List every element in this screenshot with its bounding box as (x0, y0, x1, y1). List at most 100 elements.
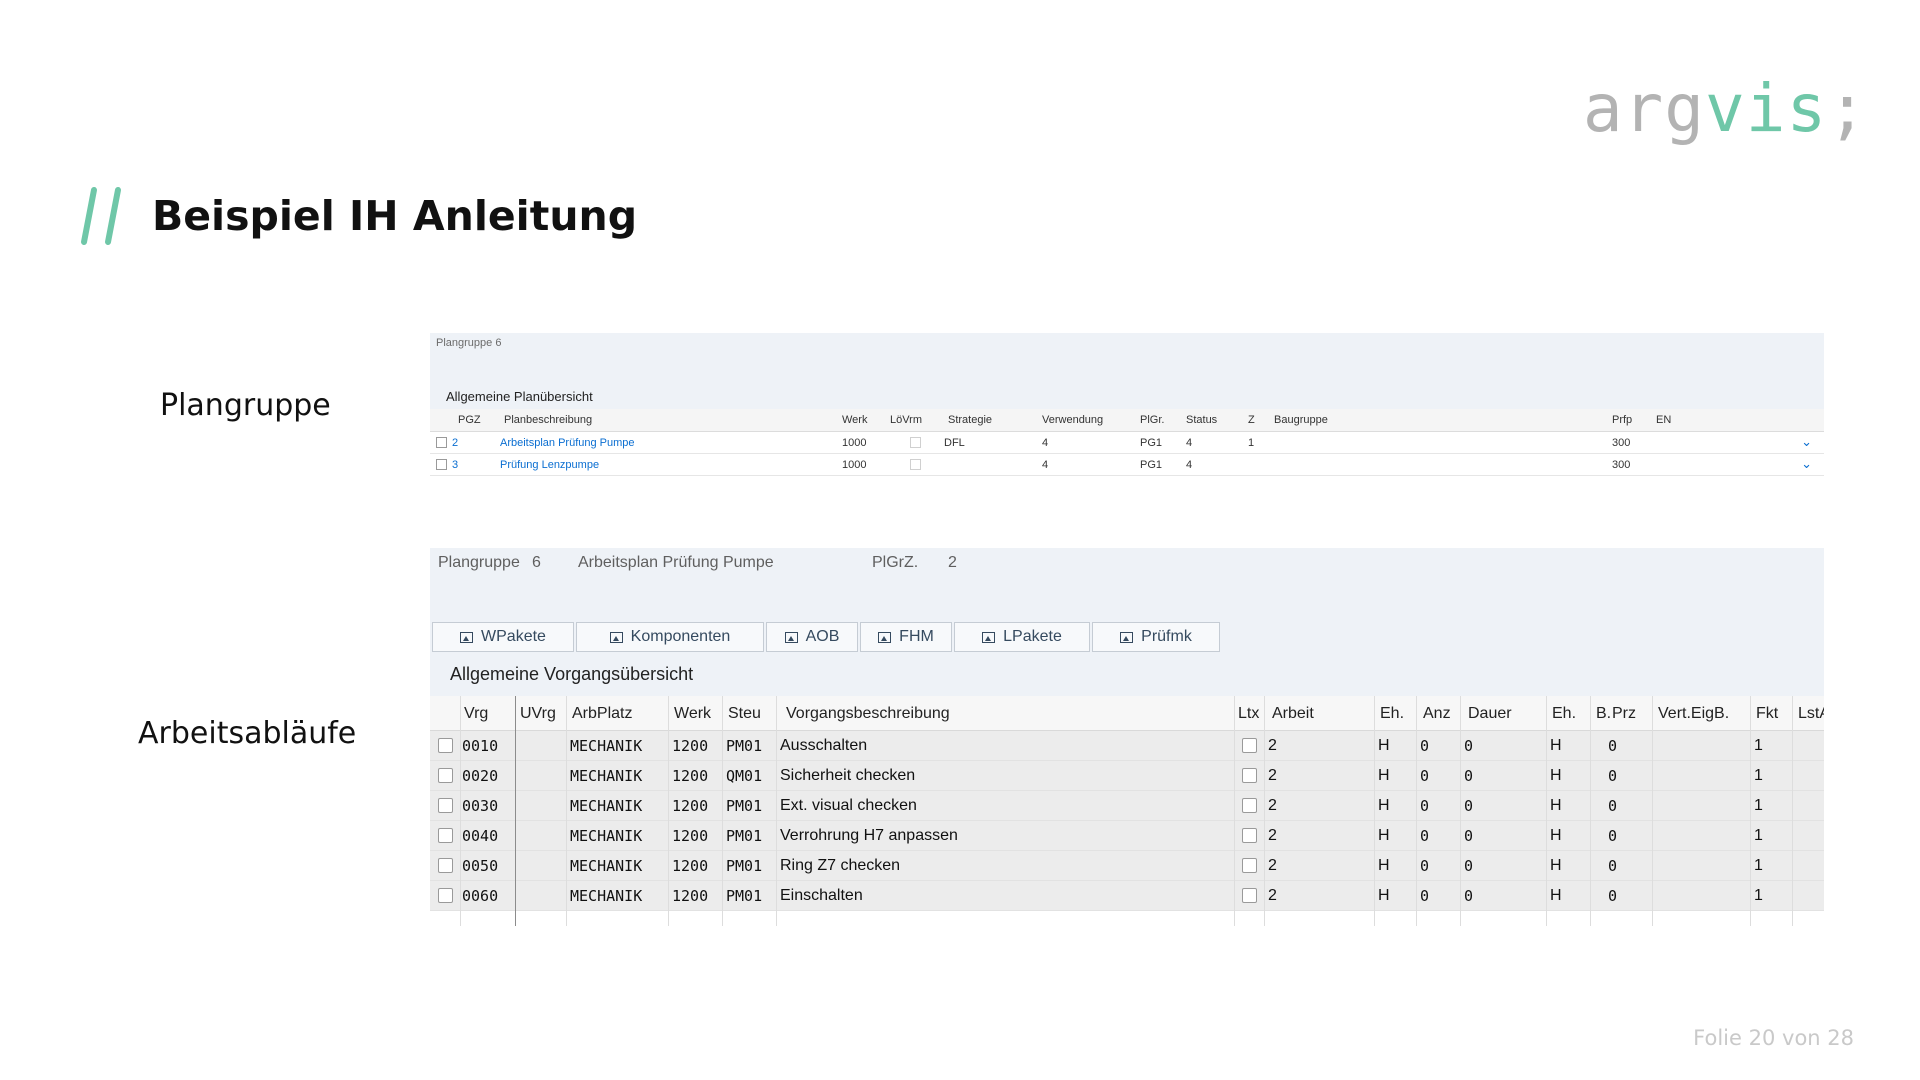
arbeit-value: 2 (1268, 767, 1277, 784)
vrg-value: 0060 (462, 887, 499, 905)
ltx-checkbox[interactable] (1242, 768, 1257, 783)
fkt-value: 1 (1754, 827, 1763, 844)
plangruppe-label: Plangruppe (438, 554, 520, 571)
row-checkbox[interactable] (438, 858, 453, 873)
pgz-value[interactable]: 2 (452, 437, 458, 449)
pgz-value[interactable]: 3 (452, 459, 458, 471)
eh-value: H (1378, 827, 1390, 844)
plan-row[interactable]: 3 Prüfung Lenzpumpe 1000 4 PG1 4 300 ⌄ (430, 454, 1824, 476)
vrg-value: 0030 (462, 797, 499, 815)
vorgang-description: Sicherheit checken (780, 767, 916, 784)
eh2-value: H (1550, 797, 1562, 814)
plan-link[interactable]: Arbeitsplan Prüfung Pumpe (500, 437, 635, 449)
plgr-value: PG1 (1140, 437, 1163, 449)
ltx-checkbox[interactable] (1242, 828, 1257, 843)
plan-link[interactable]: Prüfung Lenzpumpe (500, 459, 599, 471)
vorgang-description: Ausschalten (780, 737, 868, 754)
anz-value: 0 (1420, 767, 1430, 785)
prz-value: 0 (1608, 857, 1618, 875)
table-row[interactable]: 0050 MECHANIK 1200 PM01 Ring Z7 checken … (430, 851, 1824, 881)
arbeit-value: 2 (1268, 887, 1277, 904)
fkt-value: 1 (1754, 887, 1763, 904)
column-divider (566, 696, 567, 926)
tab-lpakete[interactable]: LPakete (954, 622, 1090, 652)
eh-value: H (1378, 887, 1390, 904)
vrg-value: 0050 (462, 857, 499, 875)
row-checkbox[interactable] (438, 888, 453, 903)
tab-label: Prüfmk (1141, 628, 1192, 645)
col-arbeit: Arbeit (1272, 705, 1314, 722)
tab-label: Komponenten (630, 628, 731, 645)
row-checkbox[interactable] (438, 768, 453, 783)
prfp-value: 300 (1612, 437, 1631, 449)
prz-value: 0 (1608, 827, 1618, 845)
plgrz-value: 2 (948, 554, 957, 571)
werk-value: 1200 (672, 737, 709, 755)
werk-value: 1200 (672, 827, 709, 845)
prz-value: 0 (1608, 797, 1618, 815)
table-row[interactable]: 0010 MECHANIK 1200 PM01 Ausschalten 2 H … (430, 731, 1824, 761)
fkt-value: 1 (1754, 737, 1763, 754)
tab-komponenten[interactable]: Komponenten (576, 622, 764, 652)
steu-value: PM01 (726, 737, 763, 755)
tab-fhm[interactable]: FHM (860, 622, 952, 652)
table-row[interactable]: 0060 MECHANIK 1200 PM01 Einschalten 2 H … (430, 881, 1824, 911)
arbeit-value: 2 (1268, 827, 1277, 844)
steu-value: PM01 (726, 827, 763, 845)
table-row[interactable]: 0020 MECHANIK 1200 QM01 Sicherheit check… (430, 761, 1824, 791)
ltx-checkbox[interactable] (1242, 858, 1257, 873)
vorgang-description: Ext. visual checken (780, 797, 917, 814)
logo-part-3: ; (1827, 70, 1868, 147)
eh2-value: H (1550, 887, 1562, 904)
detail-tabs: WPakete Komponenten AOB FHM LPakete Prüf… (432, 622, 1222, 654)
loevrm-checkbox[interactable] (910, 459, 921, 470)
werk-value: 1000 (842, 437, 867, 449)
row-checkbox[interactable] (438, 738, 453, 753)
image-icon (609, 631, 623, 643)
chevron-down-icon[interactable]: ⌄ (1801, 434, 1812, 450)
prz-value: 0 (1608, 887, 1618, 905)
vorgang-description: Verrohrung H7 anpassen (780, 827, 958, 844)
dauer-value: 0 (1464, 767, 1474, 785)
tab-wpakete[interactable]: WPakete (432, 622, 574, 652)
row-checkbox[interactable] (436, 437, 447, 448)
tab-pruefmk[interactable]: Prüfmk (1092, 622, 1220, 652)
fkt-value: 1 (1754, 797, 1763, 814)
eh2-value: H (1550, 737, 1562, 754)
col-werk: Werk (842, 414, 868, 426)
col-fkt: Fkt (1756, 705, 1779, 722)
row-checkbox[interactable] (438, 828, 453, 843)
dauer-value: 0 (1464, 857, 1474, 875)
werk-value: 1200 (672, 797, 709, 815)
col-prfp: Prfp (1612, 414, 1633, 426)
loevrm-checkbox[interactable] (910, 437, 921, 448)
z-value: 1 (1248, 437, 1255, 449)
row-checkbox[interactable] (436, 459, 447, 470)
column-divider (515, 696, 516, 926)
column-divider (1652, 696, 1653, 926)
prz-value: 0 (1608, 767, 1618, 785)
steu-value: PM01 (726, 857, 763, 875)
ltx-checkbox[interactable] (1242, 888, 1257, 903)
table-row[interactable]: 0040 MECHANIK 1200 PM01 Verrohrung H7 an… (430, 821, 1824, 851)
eh2-value: H (1550, 827, 1562, 844)
plan-row[interactable]: 2 Arbeitsplan Prüfung Pumpe 1000 DFL 4 P… (430, 432, 1824, 454)
ltx-checkbox[interactable] (1242, 798, 1257, 813)
arbplatz-value: MECHANIK (570, 857, 643, 875)
col-lsta: LstA (1798, 705, 1824, 722)
strategie-value: DFL (944, 437, 965, 449)
col-dauer: Dauer (1468, 705, 1512, 722)
row-checkbox[interactable] (438, 798, 453, 813)
eh2-value: H (1550, 767, 1562, 784)
col-b: B. (1596, 705, 1612, 722)
col-eh: Eh. (1380, 705, 1405, 722)
werk-value: 1000 (842, 459, 867, 471)
tab-aob[interactable]: AOB (766, 622, 858, 652)
table-row[interactable]: 0030 MECHANIK 1200 PM01 Ext. visual chec… (430, 791, 1824, 821)
logo-part-1: arg (1582, 70, 1706, 147)
dauer-value: 0 (1464, 827, 1474, 845)
column-divider (1234, 696, 1235, 926)
ltx-checkbox[interactable] (1242, 738, 1257, 753)
eh2-value: H (1550, 857, 1562, 874)
chevron-down-icon[interactable]: ⌄ (1801, 456, 1812, 472)
